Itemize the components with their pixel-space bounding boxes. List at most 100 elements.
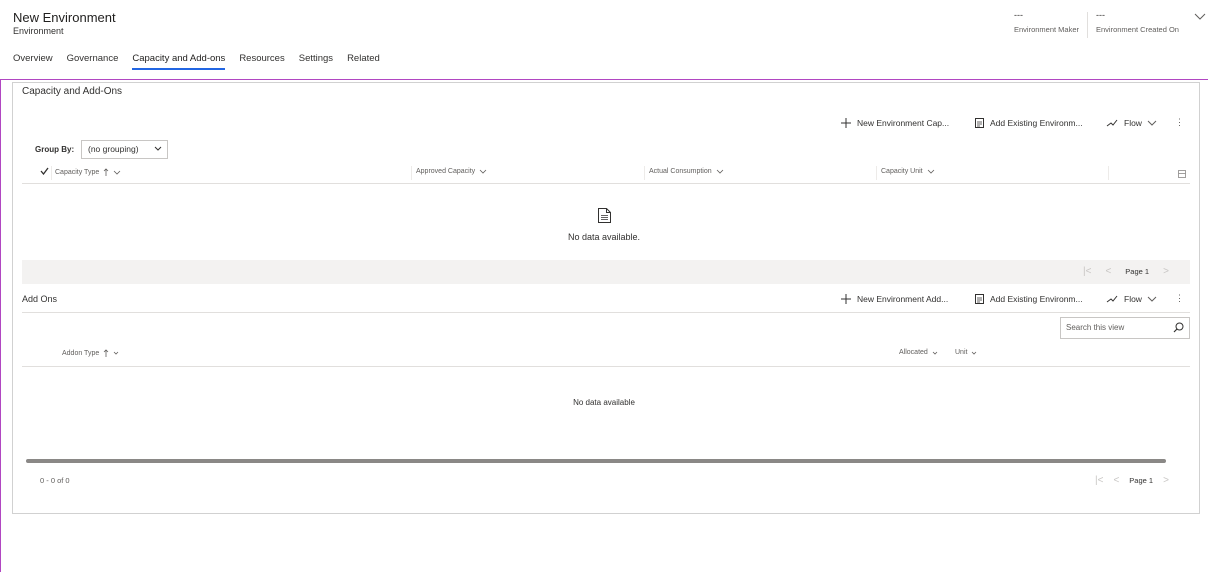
focus-outline-top xyxy=(0,79,1208,80)
environment-maker-value: --- xyxy=(1014,10,1023,20)
first-page-icon[interactable]: |< xyxy=(1083,266,1091,277)
chevron-down-icon xyxy=(154,146,162,151)
horizontal-scrollbar[interactable] xyxy=(26,459,1166,463)
column-header-addon-type-label: Addon Type xyxy=(62,349,100,357)
chevron-down-icon xyxy=(716,169,723,174)
tab-related[interactable]: Related xyxy=(347,52,380,70)
plus-icon xyxy=(841,118,851,128)
record-title: New Environment xyxy=(13,10,116,25)
chevron-down-icon xyxy=(479,169,487,174)
next-page-icon[interactable]: > xyxy=(1163,266,1169,277)
column-header-actual-consumption-label: Actual Consumption xyxy=(649,168,712,175)
tab-capacity-and-add-ons[interactable]: Capacity and Add-ons xyxy=(132,52,225,70)
column-header-capacity-type[interactable]: Capacity Type xyxy=(55,168,121,176)
previous-page-icon[interactable]: < xyxy=(1105,266,1111,277)
record-count: 0 - 0 of 0 xyxy=(40,476,70,485)
new-environment-addon-button[interactable]: New Environment Add... xyxy=(841,294,948,304)
environment-maker-label: Environment Maker xyxy=(1014,25,1080,34)
add-existing-capacity-button[interactable]: Add Existing Environm... xyxy=(975,118,1083,128)
section-title: Capacity and Add-Ons xyxy=(22,86,123,97)
environment-maker-field[interactable]: --- Environment Maker xyxy=(1014,10,1079,38)
column-header-allocated[interactable]: Allocated xyxy=(899,349,938,356)
chevron-down-icon xyxy=(932,351,938,355)
column-divider xyxy=(51,166,52,180)
environment-created-on-field[interactable]: --- Environment Created On xyxy=(1096,10,1179,38)
capacity-page-label: Page 1 xyxy=(1125,267,1150,276)
environment-created-on-label: Environment Created On xyxy=(1096,25,1179,34)
addons-pager: |< < Page 1 > xyxy=(1095,475,1183,486)
column-header-approved-capacity[interactable]: Approved Capacity xyxy=(416,168,487,175)
tab-settings[interactable]: Settings xyxy=(299,52,333,70)
column-header-unit[interactable]: Unit xyxy=(955,349,977,356)
record-header: New Environment Environment --- Environm… xyxy=(0,0,1208,50)
grid-header-divider xyxy=(22,183,1190,184)
column-edit-icon[interactable] xyxy=(1178,170,1186,178)
sort-ascending-icon xyxy=(103,349,109,357)
record-entity-name: Environment xyxy=(13,26,64,36)
addons-page-label: Page 1 xyxy=(1129,476,1154,485)
new-environment-capacity-button[interactable]: New Environment Cap... xyxy=(841,118,949,128)
tab-resources[interactable]: Resources xyxy=(239,52,284,70)
add-existing-addon-button[interactable]: Add Existing Environm... xyxy=(975,294,1083,304)
column-header-unit-label: Unit xyxy=(955,349,968,356)
document-icon xyxy=(598,208,611,223)
flow-label: Flow xyxy=(1124,118,1142,128)
column-divider xyxy=(644,166,645,180)
add-existing-icon xyxy=(975,294,984,304)
add-existing-icon xyxy=(975,118,984,128)
column-divider xyxy=(876,166,877,180)
new-environment-capacity-label: New Environment Cap... xyxy=(857,118,950,128)
addons-title: Add Ons xyxy=(22,294,58,304)
addons-flow-menu-button[interactable]: Flow xyxy=(1106,294,1163,304)
column-header-allocated-label: Allocated xyxy=(899,349,928,356)
flow-icon xyxy=(1106,119,1118,127)
column-header-actual-consumption[interactable]: Actual Consumption xyxy=(649,168,724,175)
new-environment-addon-label: New Environment Add... xyxy=(857,294,949,304)
column-divider xyxy=(1108,166,1109,180)
chevron-down-icon xyxy=(1147,120,1157,126)
focus-outline-left xyxy=(0,79,1,572)
select-all-checkmark-icon[interactable] xyxy=(40,167,49,175)
addons-grid-header-divider xyxy=(22,366,1190,367)
capacity-pager-bar xyxy=(22,260,1190,284)
capacity-empty-message: No data available. xyxy=(567,232,641,242)
search-placeholder: Search this view xyxy=(1066,323,1125,332)
tab-governance[interactable]: Governance xyxy=(67,52,119,70)
addons-flow-label: Flow xyxy=(1124,294,1142,304)
chevron-down-icon xyxy=(1147,296,1157,302)
add-existing-capacity-label: Add Existing Environm... xyxy=(990,118,1083,128)
chevron-down-icon[interactable] xyxy=(1194,12,1206,22)
column-header-capacity-unit-label: Capacity Unit xyxy=(881,168,923,175)
capacity-pager: |< < Page 1 > xyxy=(1083,266,1183,277)
sort-ascending-icon xyxy=(103,168,109,176)
chevron-down-icon xyxy=(113,170,121,175)
column-header-approved-capacity-label: Approved Capacity xyxy=(416,168,476,175)
next-page-icon[interactable]: > xyxy=(1163,475,1169,486)
column-header-capacity-unit[interactable]: Capacity Unit xyxy=(881,168,935,175)
environment-created-on-value: --- xyxy=(1096,10,1105,20)
plus-icon xyxy=(841,294,851,304)
flow-icon xyxy=(1106,295,1118,303)
chevron-down-icon xyxy=(927,169,934,174)
column-header-addon-type[interactable]: Addon Type xyxy=(62,349,119,357)
header-field-divider xyxy=(1087,12,1088,38)
search-input[interactable]: Search this view xyxy=(1060,317,1190,339)
group-by-value: (no grouping) xyxy=(88,144,139,154)
search-icon[interactable] xyxy=(1173,322,1184,333)
group-by-label: Group By: xyxy=(35,145,75,154)
chevron-down-icon xyxy=(113,351,119,355)
add-existing-addon-label: Add Existing Environm... xyxy=(990,294,1083,304)
addons-command-divider xyxy=(22,312,1190,313)
group-by-select[interactable]: (no grouping) xyxy=(81,140,168,159)
addons-more-commands-icon[interactable]: ⋮ xyxy=(1175,293,1184,304)
addons-empty-message: No data available xyxy=(573,398,635,407)
more-commands-icon[interactable]: ⋮ xyxy=(1175,117,1184,128)
first-page-icon[interactable]: |< xyxy=(1095,475,1103,486)
column-header-capacity-type-label: Capacity Type xyxy=(55,168,100,176)
tab-list: Overview Governance Capacity and Add-ons… xyxy=(13,52,394,72)
tab-overview[interactable]: Overview xyxy=(13,52,53,70)
previous-page-icon[interactable]: < xyxy=(1113,475,1119,486)
column-divider xyxy=(411,166,412,180)
flow-menu-button[interactable]: Flow xyxy=(1106,118,1163,128)
chevron-down-icon xyxy=(972,351,977,355)
